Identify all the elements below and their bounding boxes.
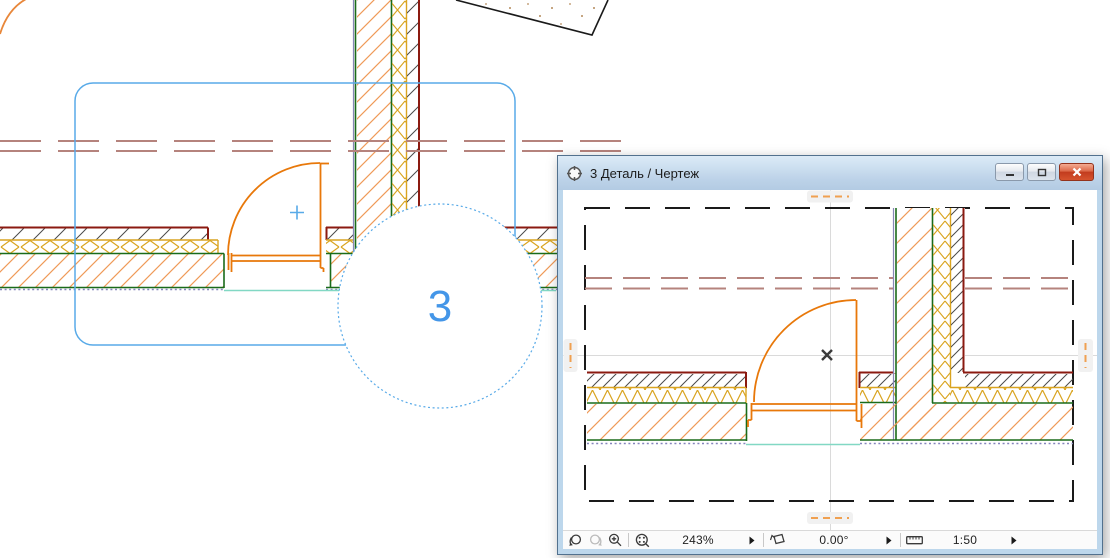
maximize-button[interactable] — [1027, 163, 1056, 181]
maximize-icon — [1037, 168, 1046, 176]
crosshair-lines — [563, 190, 1097, 530]
close-button[interactable] — [1059, 163, 1094, 181]
zoom-flyout-arrow-icon[interactable] — [744, 531, 760, 549]
window-toolbar: 243% 0.00° 1:50 — [563, 530, 1097, 549]
scale-flyout-arrow-icon[interactable] — [1006, 531, 1022, 549]
detail-wall-left[interactable] — [587, 371, 748, 445]
rotation-flyout-arrow-icon[interactable] — [881, 531, 897, 549]
scale-value[interactable]: 1:50 — [924, 533, 1006, 547]
minimize-icon — [1005, 173, 1014, 176]
detail-wall-stub[interactable] — [858, 371, 896, 404]
detail-window: 3 Деталь / Чертеж 243% 0.00° 1:50 — [557, 155, 1103, 555]
minimize-button[interactable] — [995, 163, 1024, 181]
axis-dashed-lines-detail — [585, 277, 1073, 290]
rotation-value[interactable]: 0.00° — [787, 533, 881, 547]
wall-horizontal-left[interactable] — [0, 226, 225, 291]
door[interactable] — [227, 162, 329, 272]
axis-dashed-lines — [0, 140, 628, 152]
detail-marker-circle[interactable]: 3 — [337, 203, 543, 409]
detail-marker-number: 3 — [428, 282, 452, 331]
close-icon — [1072, 167, 1081, 177]
detail-window-icon — [566, 164, 584, 182]
zoom-next-icon[interactable] — [585, 531, 605, 549]
anchor-plus-icon — [290, 205, 304, 220]
detail-drawing-canvas[interactable] — [563, 190, 1097, 530]
scale-icon[interactable] — [904, 531, 924, 549]
door-swing-arc-fragment — [0, 0, 27, 35]
rotation-icon[interactable] — [767, 531, 787, 549]
zoom-previous-icon[interactable] — [565, 531, 585, 549]
zoom-value[interactable]: 243% — [652, 533, 744, 547]
window-titlebar[interactable]: 3 Деталь / Чертеж — [558, 156, 1102, 190]
fit-in-window-icon[interactable] — [632, 531, 652, 549]
detail-door[interactable] — [747, 299, 863, 428]
zoom-in-icon[interactable] — [605, 531, 625, 549]
plan-view-background: 3 3 Деталь / Чертеж 243% 0.00° 1:50 — [0, 0, 1110, 558]
stippled-slab[interactable] — [455, 0, 609, 36]
